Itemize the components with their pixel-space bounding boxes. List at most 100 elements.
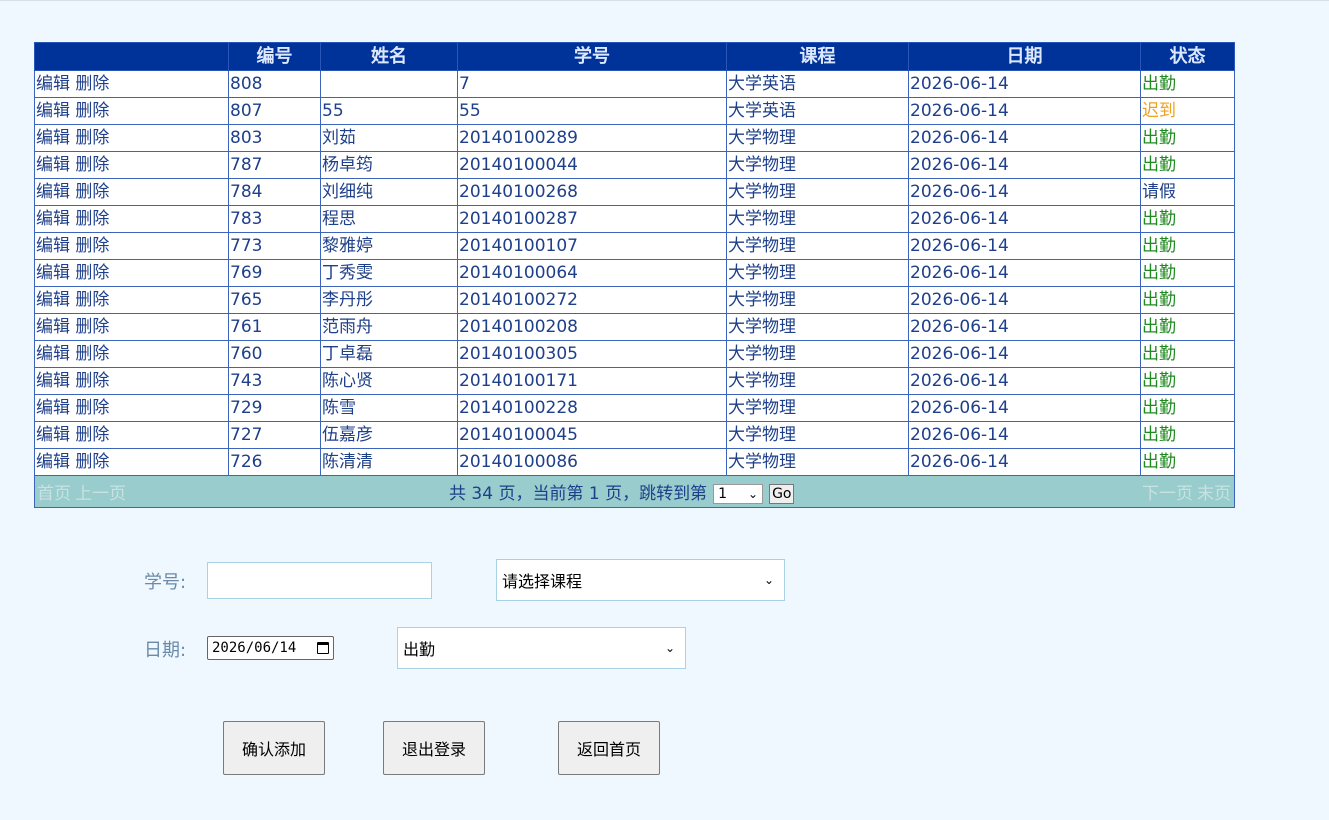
edit-link[interactable]: 编辑 <box>36 128 70 148</box>
column-header-date: 日期 <box>908 42 1141 71</box>
cell-status: 出勤 <box>1140 124 1235 152</box>
cell-date: 2026-06-14 <box>908 259 1141 287</box>
confirm-add-button[interactable]: 确认添加 <box>223 721 325 775</box>
cell-date: 2026-06-14 <box>908 151 1141 179</box>
cell-id: 773 <box>228 232 321 260</box>
cell-status: 出勤 <box>1140 340 1235 368</box>
cell-name: 刘茹 <box>320 124 458 152</box>
edit-link[interactable]: 编辑 <box>36 155 70 175</box>
calendar-icon[interactable] <box>317 642 329 654</box>
cell-date: 2026-06-14 <box>908 367 1141 395</box>
student-no-input[interactable] <box>207 562 432 599</box>
cell-name: 55 <box>320 97 458 125</box>
edit-link[interactable]: 编辑 <box>36 263 70 283</box>
delete-link[interactable]: 删除 <box>75 101 109 121</box>
cell-name: 范雨舟 <box>320 313 458 341</box>
edit-link[interactable]: 编辑 <box>36 182 70 202</box>
delete-link[interactable]: 删除 <box>75 263 109 283</box>
delete-link[interactable]: 删除 <box>75 74 109 94</box>
row-actions: 编辑 删除 <box>34 394 229 422</box>
delete-link[interactable]: 删除 <box>75 209 109 229</box>
table-row: 编辑 删除 769 丁秀雯 20140100064 大学物理 2026-06-14 出勤 <box>34 259 1235 287</box>
delete-link[interactable]: 删除 <box>75 182 109 202</box>
cell-date: 2026-06-14 <box>908 340 1141 368</box>
cell-status: 出勤 <box>1140 205 1235 233</box>
cell-id: 784 <box>228 178 321 206</box>
edit-link[interactable]: 编辑 <box>36 317 70 337</box>
cell-name: 杨卓筠 <box>320 151 458 179</box>
cell-course: 大学物理 <box>726 286 909 314</box>
table-row: 编辑 删除 807 55 55 大学英语 2026-06-14 迟到 <box>34 97 1235 125</box>
first-page-link[interactable]: 首页 <box>37 484 71 504</box>
delete-link[interactable]: 删除 <box>75 236 109 256</box>
delete-link[interactable]: 删除 <box>75 452 109 472</box>
table-row: 编辑 删除 760 丁卓磊 20140100305 大学物理 2026-06-14 出勤 <box>34 340 1235 368</box>
cell-student-no: 20140100287 <box>457 205 727 233</box>
cell-date: 2026-06-14 <box>908 313 1141 341</box>
row-actions: 编辑 删除 <box>34 313 229 341</box>
return-home-button[interactable]: 返回首页 <box>558 721 660 775</box>
status-select[interactable]: 出勤 ⌄ <box>397 627 686 669</box>
edit-link[interactable]: 编辑 <box>36 425 70 445</box>
cell-course: 大学物理 <box>726 151 909 179</box>
cell-status: 请假 <box>1140 178 1235 206</box>
delete-link[interactable]: 删除 <box>75 128 109 148</box>
chevron-down-icon: ⌄ <box>748 487 759 501</box>
table-row: 编辑 删除 743 陈心贤 20140100171 大学物理 2026-06-14 出勤 <box>34 367 1235 395</box>
cell-status: 出勤 <box>1140 232 1235 260</box>
edit-link[interactable]: 编辑 <box>36 371 70 391</box>
top-border <box>0 0 1329 1</box>
table-row: 编辑 删除 787 杨卓筠 20140100044 大学物理 2026-06-14 出勤 <box>34 151 1235 179</box>
column-header-course: 课程 <box>726 42 909 71</box>
cell-student-no: 20140100228 <box>457 394 727 422</box>
edit-link[interactable]: 编辑 <box>36 452 70 472</box>
delete-link[interactable]: 删除 <box>75 371 109 391</box>
page-jump-select[interactable]: 1 ⌄ <box>713 484 764 504</box>
cell-student-no: 20140100268 <box>457 178 727 206</box>
logout-button[interactable]: 退出登录 <box>383 721 485 775</box>
delete-link[interactable]: 删除 <box>75 398 109 418</box>
delete-link[interactable]: 删除 <box>75 317 109 337</box>
cell-date: 2026-06-14 <box>908 232 1141 260</box>
prev-page-link[interactable]: 上一页 <box>75 484 126 504</box>
cell-id: 787 <box>228 151 321 179</box>
delete-link[interactable]: 删除 <box>75 290 109 310</box>
edit-link[interactable]: 编辑 <box>36 101 70 121</box>
delete-link[interactable]: 删除 <box>75 155 109 175</box>
last-page-link[interactable]: 末页 <box>1197 484 1231 504</box>
cell-student-no: 20140100086 <box>457 448 727 476</box>
cell-course: 大学物理 <box>726 313 909 341</box>
next-page-link[interactable]: 下一页 <box>1142 484 1193 504</box>
go-button[interactable]: Go <box>769 484 795 504</box>
cell-course: 大学物理 <box>726 367 909 395</box>
cell-status: 出勤 <box>1140 421 1235 449</box>
edit-link[interactable]: 编辑 <box>36 290 70 310</box>
page-info: 共 34 页，当前第 1 页，跳转到第 <box>449 484 708 504</box>
cell-status: 出勤 <box>1140 394 1235 422</box>
cell-id: 726 <box>228 448 321 476</box>
row-actions: 编辑 删除 <box>34 340 229 368</box>
delete-link[interactable]: 删除 <box>75 425 109 445</box>
cell-name: 黎雅婷 <box>320 232 458 260</box>
cell-date: 2026-06-14 <box>908 70 1141 98</box>
cell-id: 727 <box>228 421 321 449</box>
edit-link[interactable]: 编辑 <box>36 74 70 94</box>
edit-link[interactable]: 编辑 <box>36 236 70 256</box>
date-input[interactable]: 2026/06/14 <box>207 636 334 660</box>
cell-name: 丁卓磊 <box>320 340 458 368</box>
row-actions: 编辑 删除 <box>34 124 229 152</box>
course-select[interactable]: 请选择课程 ⌄ <box>496 559 785 601</box>
edit-link[interactable]: 编辑 <box>36 398 70 418</box>
row-actions: 编辑 删除 <box>34 70 229 98</box>
table-row: 编辑 删除 784 刘细纯 20140100268 大学物理 2026-06-14 请假 <box>34 178 1235 206</box>
cell-student-no: 20140100305 <box>457 340 727 368</box>
column-header-status: 状态 <box>1140 42 1235 71</box>
edit-link[interactable]: 编辑 <box>36 209 70 229</box>
row-actions: 编辑 删除 <box>34 367 229 395</box>
cell-status: 出勤 <box>1140 151 1235 179</box>
delete-link[interactable]: 删除 <box>75 344 109 364</box>
cell-id: 807 <box>228 97 321 125</box>
cell-status: 出勤 <box>1140 259 1235 287</box>
edit-link[interactable]: 编辑 <box>36 344 70 364</box>
cell-id: 765 <box>228 286 321 314</box>
